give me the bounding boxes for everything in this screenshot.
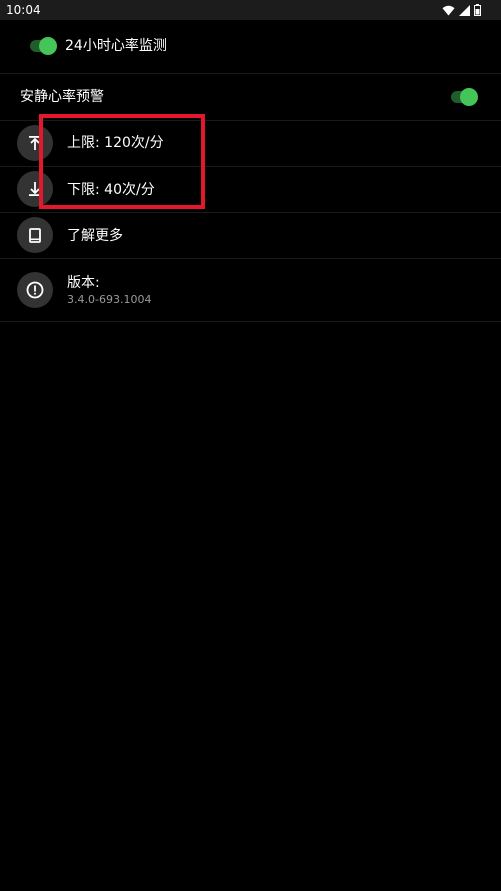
wifi-icon bbox=[442, 5, 455, 15]
info-icon bbox=[17, 272, 53, 308]
learn-more-row[interactable]: 了解更多 bbox=[0, 213, 501, 259]
status-bar: 10:04 bbox=[0, 0, 501, 20]
learn-more-label: 了解更多 bbox=[67, 228, 123, 244]
battery-icon bbox=[474, 4, 481, 16]
status-icons bbox=[442, 3, 481, 17]
version-value: 3.4.0-693.1004 bbox=[67, 293, 152, 306]
highlight-box bbox=[39, 114, 205, 209]
signal-icon bbox=[459, 4, 470, 16]
monitoring-toggle[interactable] bbox=[30, 37, 57, 55]
monitoring-label: 24小时心率监测 bbox=[65, 38, 167, 54]
resting-alert-label: 安静心率预警 bbox=[20, 89, 104, 105]
resting-alert-toggle[interactable] bbox=[451, 88, 478, 106]
version-label: 版本: bbox=[67, 275, 100, 291]
book-icon bbox=[17, 217, 53, 253]
version-row[interactable]: 版本: 3.4.0-693.1004 bbox=[0, 259, 501, 322]
monitoring-row[interactable]: 24小时心率监测 bbox=[0, 20, 501, 74]
status-time: 10:04 bbox=[6, 3, 41, 17]
